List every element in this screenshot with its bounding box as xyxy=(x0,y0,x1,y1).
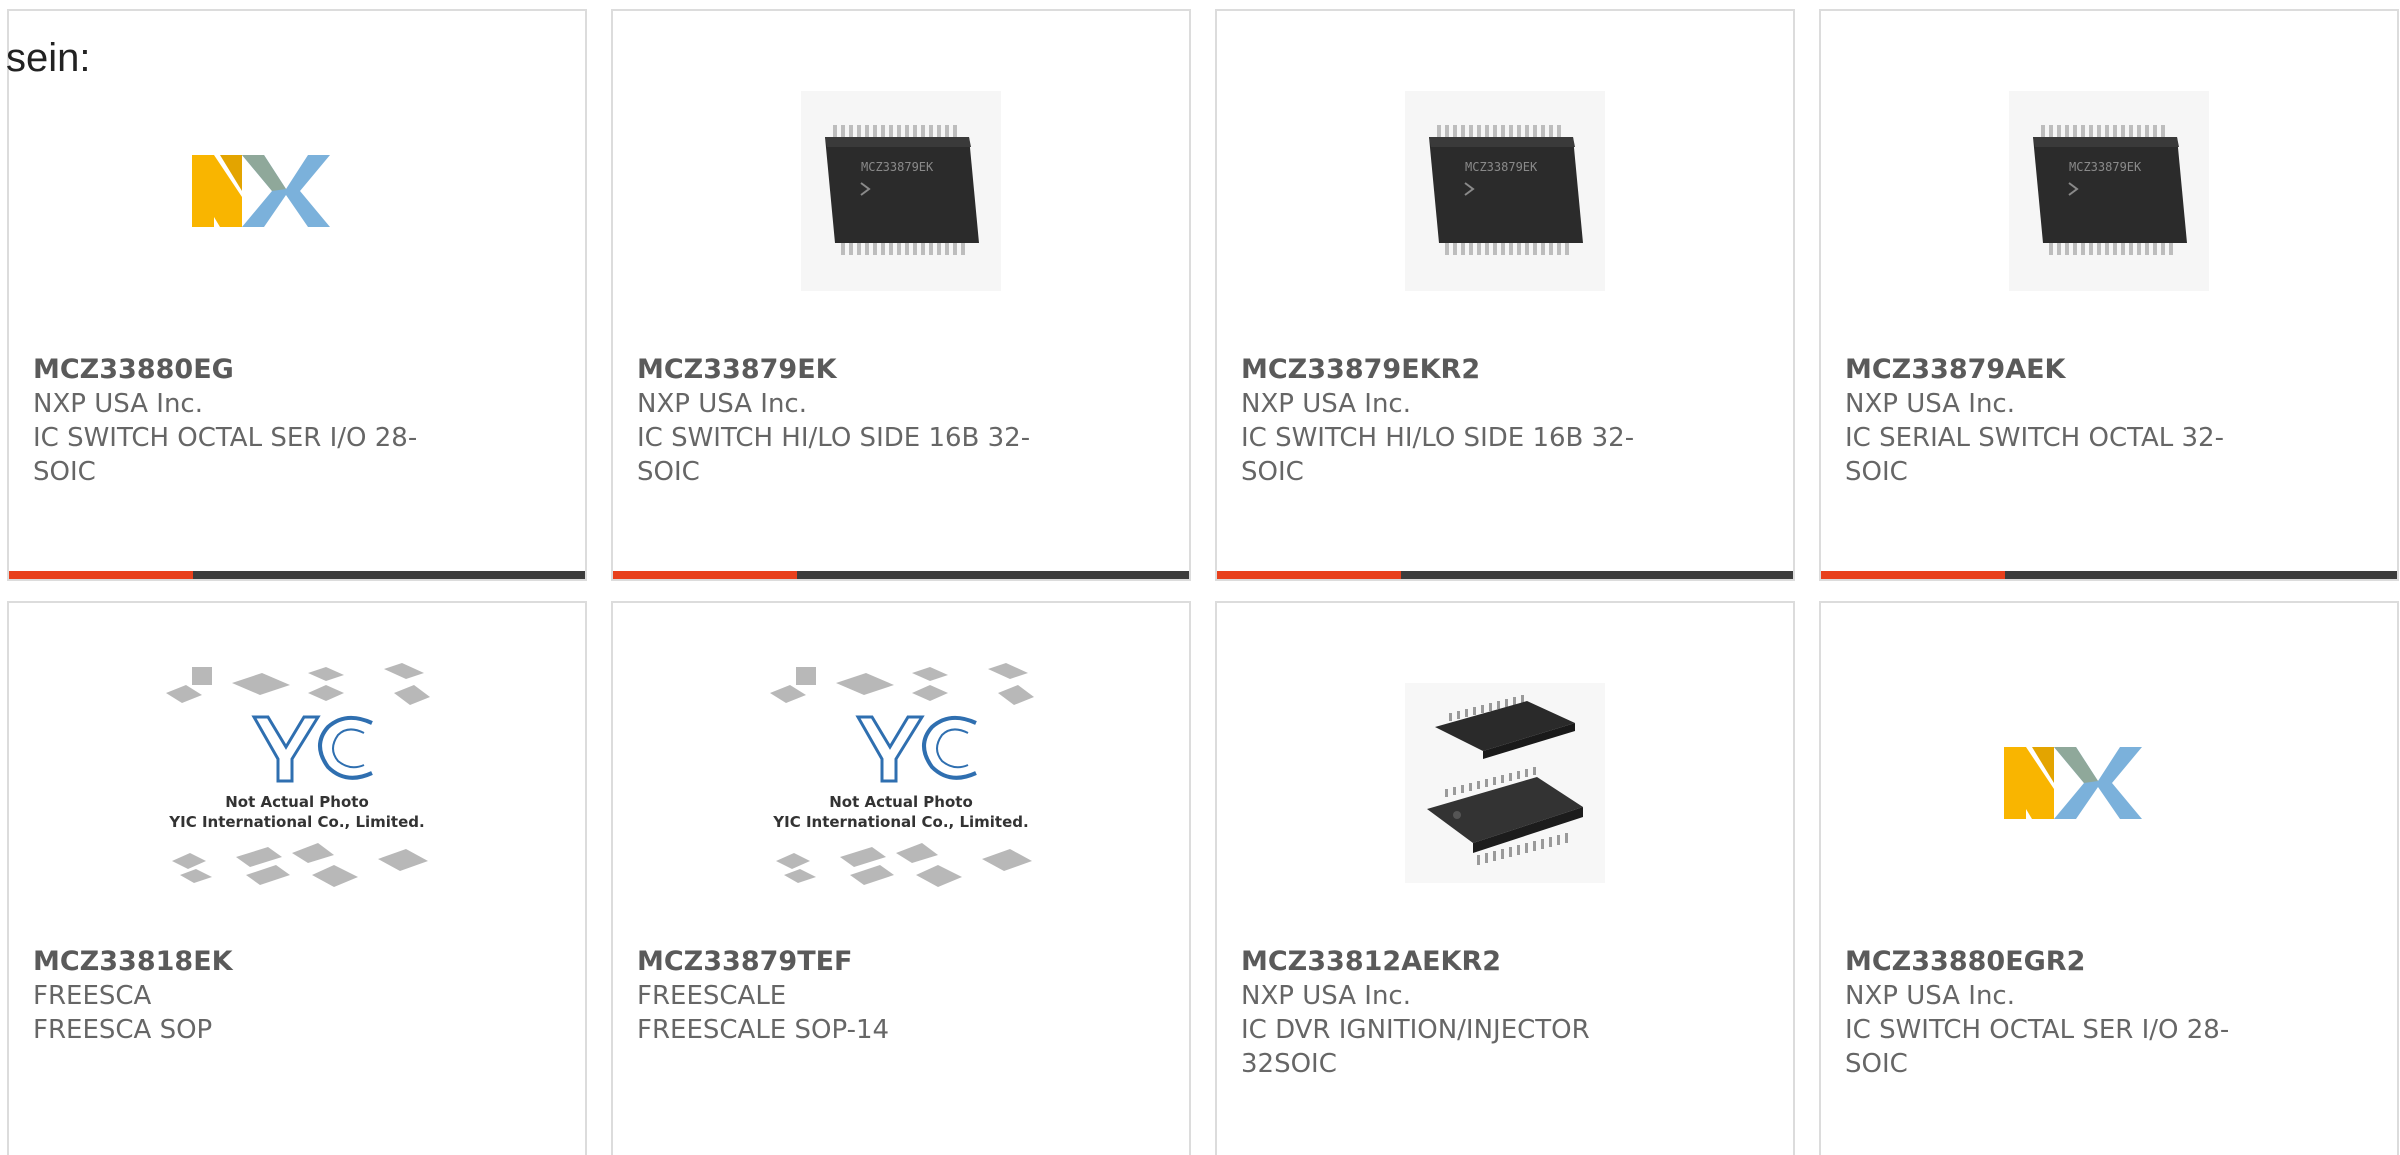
chip-marking: MCZ33879EK xyxy=(2069,160,2142,174)
card-bottom-bar xyxy=(613,571,1189,579)
product-card[interactable]: MCZ33879EK MCZ33879EK NXP USA Inc. IC SW… xyxy=(611,9,1191,581)
chip-pair-image xyxy=(1405,683,1605,883)
product-card[interactable]: Not Actual Photo YIC International Co., … xyxy=(611,601,1191,1155)
nxp-logo xyxy=(2004,747,2142,819)
manufacturer: NXP USA Inc. xyxy=(1241,981,1411,1011)
yic-placeholder-image: Not Actual Photo YIC International Co., … xyxy=(166,663,430,887)
part-number[interactable]: MCZ33879EKR2 xyxy=(1241,353,1681,387)
product-info: MCZ33880EGR2 NXP USA Inc. IC SWITCH OCTA… xyxy=(1845,945,2285,1081)
card-bottom-bar xyxy=(9,571,585,579)
product-info: MCZ33879TEF FREESCALE FREESCALE SOP-14 xyxy=(637,945,1077,1047)
product-grid: MCZ33880EG NXP USA Inc. IC SWITCH OCTAL … xyxy=(7,9,2399,1155)
description: IC SWITCH HI/LO SIDE 16B 32-SOIC xyxy=(637,423,1031,487)
product-info: MCZ33812AEKR2 NXP USA Inc. IC DVR IGNITI… xyxy=(1241,945,1681,1081)
product-image[interactable]: Not Actual Photo YIC International Co., … xyxy=(613,663,1189,903)
product-info: MCZ33879AEK NXP USA Inc. IC SERIAL SWITC… xyxy=(1845,353,2285,489)
chip-soic-image: MCZ33879EK xyxy=(2009,91,2209,291)
part-number[interactable]: MCZ33880EG xyxy=(33,353,473,387)
manufacturer: NXP USA Inc. xyxy=(1241,389,1411,419)
placeholder-line2: YIC International Co., Limited. xyxy=(772,813,1028,831)
product-info: MCZ33818EK FREESCA FREESCA SOP xyxy=(33,945,473,1047)
part-number[interactable]: MCZ33879EK xyxy=(637,353,1077,387)
product-card[interactable]: Not Actual Photo YIC International Co., … xyxy=(7,601,587,1155)
product-info: MCZ33879EK NXP USA Inc. IC SWITCH HI/LO … xyxy=(637,353,1077,489)
product-card[interactable]: MCZ33879EK MCZ33879AEK NXP USA Inc. IC S… xyxy=(1819,9,2399,581)
description: IC SERIAL SWITCH OCTAL 32-SOIC xyxy=(1845,423,2224,487)
manufacturer: NXP USA Inc. xyxy=(637,389,807,419)
description: IC SWITCH OCTAL SER I/O 28-SOIC xyxy=(1845,1015,2230,1079)
product-image[interactable]: MCZ33879EK xyxy=(1217,71,1793,311)
product-card[interactable]: MCZ33880EGR2 NXP USA Inc. IC SWITCH OCTA… xyxy=(1819,601,2399,1155)
product-image[interactable] xyxy=(1821,663,2397,903)
placeholder-line2: YIC International Co., Limited. xyxy=(168,813,424,831)
card-bottom-bar xyxy=(1217,571,1793,579)
product-info: MCZ33880EG NXP USA Inc. IC SWITCH OCTAL … xyxy=(33,353,473,489)
product-image[interactable] xyxy=(1217,663,1793,903)
part-number[interactable]: MCZ33880EGR2 xyxy=(1845,945,2285,979)
chip-marking: MCZ33879EK xyxy=(1465,160,1538,174)
product-info: MCZ33879EKR2 NXP USA Inc. IC SWITCH HI/L… xyxy=(1241,353,1681,489)
description: FREESCA SOP xyxy=(33,1015,213,1045)
nxp-logo xyxy=(192,155,330,227)
product-grid-page: MCZ33880EG NXP USA Inc. IC SWITCH OCTAL … xyxy=(0,0,2400,1155)
intro-text: sein: xyxy=(6,36,91,80)
manufacturer: FREESCALE xyxy=(637,981,787,1011)
placeholder-line1: Not Actual Photo xyxy=(225,793,369,811)
part-number[interactable]: MCZ33818EK xyxy=(33,945,473,979)
product-card[interactable]: MCZ33880EG NXP USA Inc. IC SWITCH OCTAL … xyxy=(7,9,587,581)
manufacturer: NXP USA Inc. xyxy=(1845,981,2015,1011)
part-number[interactable]: MCZ33879TEF xyxy=(637,945,1077,979)
product-image[interactable]: Not Actual Photo YIC International Co., … xyxy=(9,663,585,903)
description: FREESCALE SOP-14 xyxy=(637,1015,890,1045)
description: IC DVR IGNITION/INJECTOR 32SOIC xyxy=(1241,1015,1590,1079)
product-image[interactable]: MCZ33879EK xyxy=(613,71,1189,311)
product-image[interactable]: MCZ33879EK xyxy=(1821,71,2397,311)
manufacturer: FREESCA xyxy=(33,981,152,1011)
product-card[interactable]: MCZ33879EK MCZ33879EKR2 NXP USA Inc. IC … xyxy=(1215,9,1795,581)
yic-placeholder-image: Not Actual Photo YIC International Co., … xyxy=(770,663,1034,887)
chip-marking: MCZ33879EK xyxy=(861,160,934,174)
product-image[interactable] xyxy=(9,71,585,311)
placeholder-line1: Not Actual Photo xyxy=(829,793,973,811)
manufacturer: NXP USA Inc. xyxy=(33,389,203,419)
part-number[interactable]: MCZ33879AEK xyxy=(1845,353,2285,387)
chip-soic-image: MCZ33879EK xyxy=(1405,91,1605,291)
description: IC SWITCH HI/LO SIDE 16B 32-SOIC xyxy=(1241,423,1635,487)
manufacturer: NXP USA Inc. xyxy=(1845,389,2015,419)
card-bottom-bar xyxy=(1821,571,2397,579)
part-number[interactable]: MCZ33812AEKR2 xyxy=(1241,945,1681,979)
product-card[interactable]: MCZ33812AEKR2 NXP USA Inc. IC DVR IGNITI… xyxy=(1215,601,1795,1155)
description: IC SWITCH OCTAL SER I/O 28-SOIC xyxy=(33,423,418,487)
chip-soic-image: MCZ33879EK xyxy=(801,91,1001,291)
